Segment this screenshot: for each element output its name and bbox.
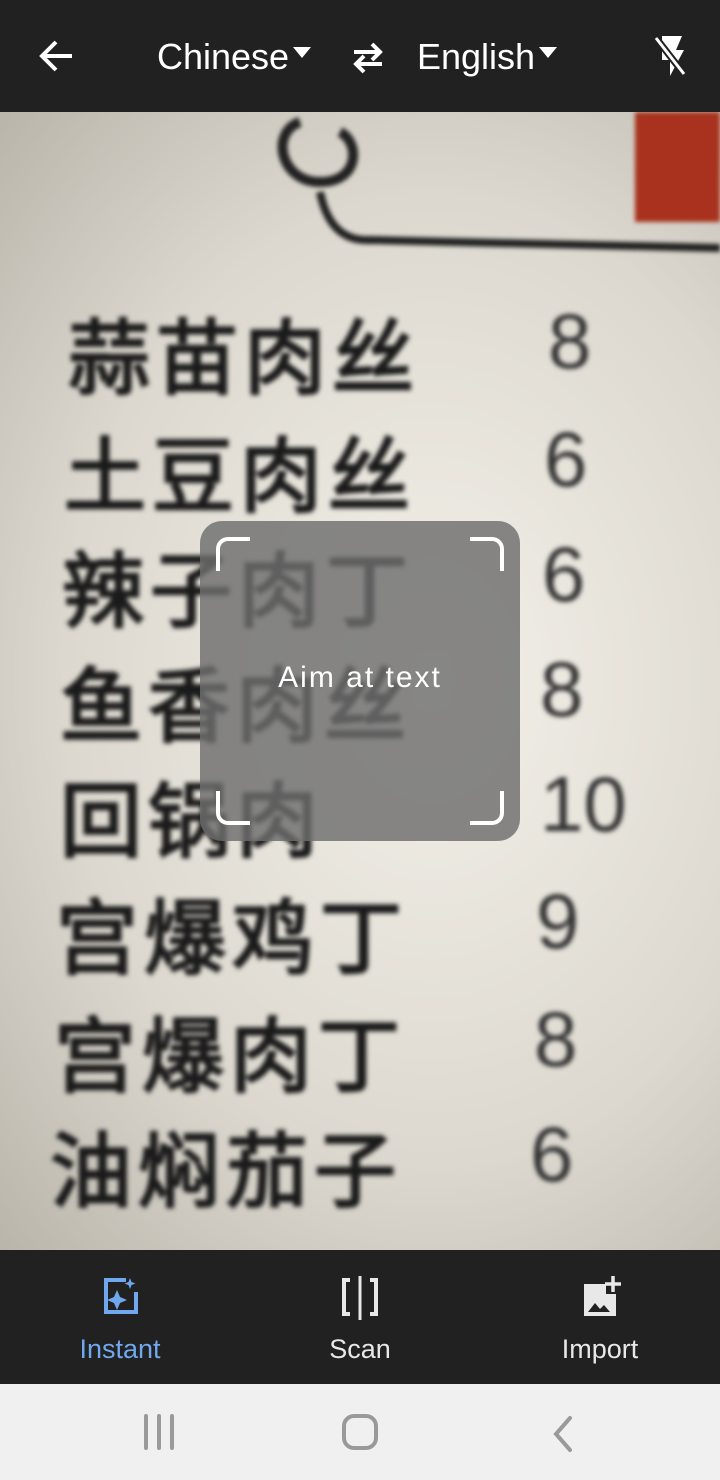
dropdown-arrow-icon (539, 46, 558, 58)
arrow-left-icon[interactable] (38, 34, 74, 83)
dish-price: 6 (542, 530, 586, 618)
target-language-dropdown[interactable]: English (417, 36, 558, 78)
instant-sparkle-icon (104, 1278, 138, 1314)
tab-label: Instant (79, 1334, 161, 1364)
mode-bar: Instant Scan Import (0, 1250, 720, 1384)
system-nav-bar (0, 1384, 720, 1480)
menu-item: 宫爆鸡丁 9 (36, 872, 676, 987)
tab-label: Import (561, 1334, 639, 1364)
import-image-icon (584, 1276, 621, 1316)
aim-hint: Aim at text (278, 661, 442, 694)
frame-corner (470, 537, 504, 571)
dish-price: 8 (548, 297, 592, 385)
menu-item: 土豆肉丝 6 (44, 410, 684, 525)
source-language-dropdown[interactable]: Chinese (157, 36, 312, 78)
aim-frame: Aim at text (200, 521, 520, 841)
source-language-label: Chinese (157, 36, 290, 77)
menu-item: 蒜苗肉丝 8 (48, 292, 688, 407)
dish-price: 6 (530, 1110, 574, 1198)
dish-price: 8 (534, 995, 578, 1083)
tab-label: Scan (329, 1334, 391, 1364)
dish-price: 10 (540, 760, 627, 848)
frame-corner (216, 537, 250, 571)
menu-item: 宫爆肉丁 8 (34, 990, 674, 1105)
dropdown-arrow-icon (293, 46, 312, 58)
swap-arrows-icon[interactable] (348, 40, 388, 79)
top-bar: Chinese English (0, 0, 720, 112)
back-chevron-icon[interactable] (548, 1414, 578, 1454)
dish-price: 6 (544, 415, 588, 503)
frame-corner (470, 791, 504, 825)
dish-price: 9 (536, 877, 580, 965)
dish-name: 土豆肉丝 (64, 430, 417, 525)
scan-icon (342, 1276, 378, 1320)
home-icon[interactable] (340, 1412, 380, 1452)
tab-scan[interactable]: Scan (240, 1250, 480, 1384)
recents-icon[interactable] (140, 1414, 180, 1450)
target-language-label: English (417, 36, 536, 77)
dish-name: 宫爆肉丁 (54, 1010, 407, 1105)
flash-off-icon[interactable] (652, 34, 688, 83)
dish-name: 油焖茄子 (50, 1125, 403, 1220)
menu-item: 油焖茄子 6 (30, 1105, 670, 1220)
menu-decoration (277, 112, 720, 252)
frame-corner (216, 791, 250, 825)
dish-name: 宫爆鸡丁 (56, 892, 409, 987)
dish-price: 8 (540, 645, 584, 733)
tab-instant[interactable]: Instant (0, 1250, 240, 1384)
camera-viewfinder[interactable]: 蒜苗肉丝8土豆肉丝6辣子肉丁6鱼香肉丝8回锅肉10宫爆鸡丁9宫爆肉丁8油焖茄子6… (0, 112, 720, 1250)
tab-import[interactable]: Import (480, 1250, 720, 1384)
dish-name: 蒜苗肉丝 (68, 312, 421, 407)
